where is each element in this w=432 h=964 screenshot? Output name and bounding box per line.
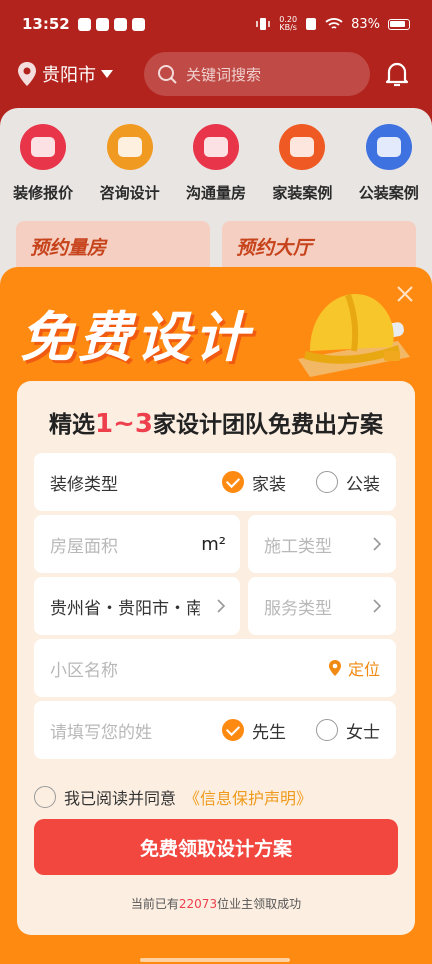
caret-down-icon: [101, 70, 113, 78]
category-item[interactable]: 沟通量房: [174, 124, 258, 203]
chevron-right-icon: [373, 599, 382, 613]
office-case-icon: [365, 124, 412, 170]
gender-female-option[interactable]: 女士: [316, 718, 380, 743]
app-notification-icon: [113, 17, 127, 31]
category-item[interactable]: 咨询设计: [88, 124, 172, 203]
form-card: 精选1~3家设计团队免费出方案 装修类型 家装 公装 房屋面积 m² 施工类型: [17, 381, 415, 935]
radio-unchecked-icon: [316, 719, 338, 741]
agreement-row: 我已阅读并同意 《信息保护声明》: [34, 785, 312, 809]
free-design-modal: 免费设计 精选1~3家设计团队免费出方案 装修类型 家装 公装 房屋面积 m² …: [0, 267, 432, 964]
community-input[interactable]: 小区名称 定位: [34, 639, 396, 697]
community-placeholder: 小区名称: [50, 660, 118, 681]
bell-icon[interactable]: [382, 59, 412, 89]
area-placeholder: 房屋面积: [50, 536, 118, 557]
decor-type-office-option[interactable]: 公装: [316, 470, 380, 495]
category-grid: 装修报价 咨询设计 沟通量房 家装案例 公装案例: [0, 108, 432, 203]
radio-unchecked-icon: [316, 471, 338, 493]
search-input[interactable]: 关键词搜索: [144, 52, 370, 96]
agreement-checkbox[interactable]: [34, 786, 56, 808]
home-case-icon: [279, 124, 326, 170]
battery-icon: [388, 18, 410, 30]
battery-percent: 83%: [351, 16, 380, 32]
decor-type-home-option[interactable]: 家装: [222, 470, 286, 495]
success-count-text: 当前已有22073位业主领取成功: [130, 897, 302, 911]
category-item[interactable]: 装修报价: [1, 124, 85, 203]
home-indicator: [140, 958, 290, 962]
status-app-icons: [77, 17, 145, 31]
search-icon: [158, 65, 177, 84]
construction-type-placeholder: 施工类型: [264, 536, 332, 557]
city-selector[interactable]: 贵阳市: [16, 61, 114, 87]
header: 贵阳市 关键词搜索: [0, 50, 432, 98]
decor-type-row: 装修类型 家装 公装: [34, 453, 396, 511]
app-notification-icon: [131, 17, 145, 31]
surname-row: 请填写您的姓 先生 女士: [34, 701, 396, 759]
chevron-right-icon: [217, 599, 226, 613]
gender-male-option[interactable]: 先生: [222, 718, 286, 743]
category-label: 装修报价: [13, 184, 74, 202]
city-name: 贵阳市: [42, 65, 96, 86]
card-title: 精选1~3家设计团队免费出方案: [49, 409, 383, 439]
surname-input[interactable]: 请填写您的姓: [50, 718, 152, 743]
vibrate-icon: [256, 18, 271, 30]
region-value: 贵州省・贵阳市・南: [50, 598, 200, 619]
category-item[interactable]: 家装案例: [260, 124, 344, 203]
status-bar: 13:52 0.20 KB/s 83%: [0, 0, 432, 48]
wifi-icon: [325, 18, 343, 29]
category-label: 家装案例: [272, 184, 333, 202]
area-input[interactable]: 房屋面积 m²: [34, 515, 240, 573]
app-notification-icon: [95, 17, 109, 31]
chat-icon: [106, 124, 153, 170]
service-type-placeholder: 服务类型: [264, 598, 332, 619]
submit-button[interactable]: 免费领取设计方案: [34, 819, 398, 875]
net-speed: 0.20 KB/s: [279, 15, 298, 32]
region-select[interactable]: 贵州省・贵阳市・南: [34, 577, 240, 635]
category-item[interactable]: 公装案例: [347, 124, 431, 203]
quote-icon: [20, 124, 67, 170]
radio-checked-icon: [222, 471, 244, 493]
app-notification-icon: [77, 17, 91, 31]
category-label: 公装案例: [358, 184, 419, 202]
sim-icon: [306, 18, 317, 30]
area-unit: m²: [201, 533, 226, 555]
location-pin-icon: [18, 62, 36, 86]
decor-type-label: 装修类型: [50, 474, 118, 495]
status-time: 13:52: [22, 15, 70, 33]
privacy-link[interactable]: 《信息保护声明》: [184, 785, 312, 809]
category-label: 沟通量房: [185, 184, 246, 202]
service-type-select[interactable]: 服务类型: [248, 577, 396, 635]
radio-checked-icon: [222, 719, 244, 741]
agreement-text: 我已阅读并同意: [64, 789, 177, 808]
close-icon[interactable]: [394, 283, 416, 305]
category-label: 咨询设计: [99, 184, 160, 202]
hero-title: 免费设计: [20, 306, 252, 369]
construction-type-select[interactable]: 施工类型: [248, 515, 396, 573]
measure-icon: [192, 124, 239, 170]
chevron-right-icon: [373, 537, 382, 551]
location-pin-icon: [328, 660, 341, 676]
search-placeholder: 关键词搜索: [186, 65, 262, 84]
locate-button[interactable]: 定位: [328, 656, 380, 680]
